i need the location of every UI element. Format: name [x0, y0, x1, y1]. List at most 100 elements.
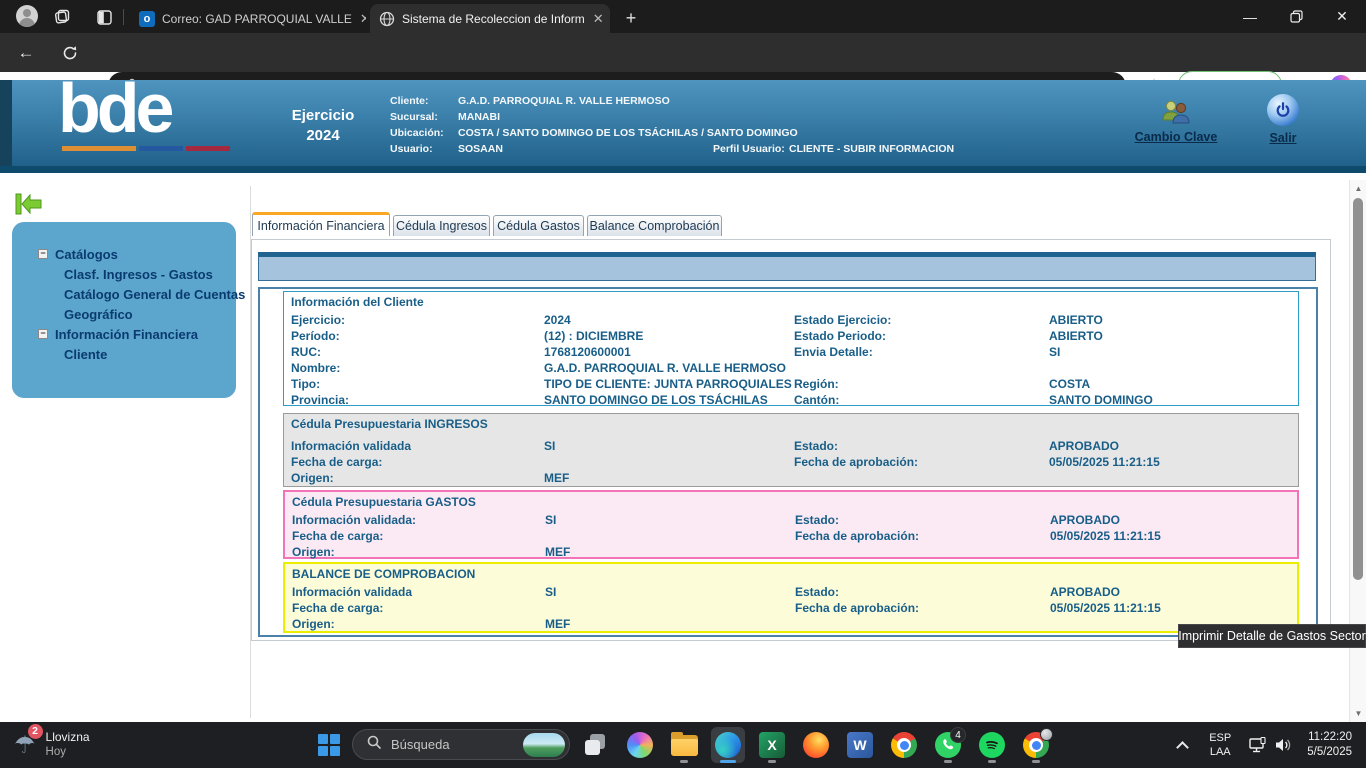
tray-date: 5/5/2025 — [1307, 745, 1352, 760]
start-button[interactable] — [318, 734, 340, 756]
tab-informacion-financiera[interactable]: Información Financiera — [252, 212, 390, 236]
workspaces-icon[interactable] — [50, 5, 74, 29]
network-icon[interactable] — [1245, 737, 1271, 754]
close-tab-icon[interactable]: ✕ — [585, 11, 604, 27]
whatsapp-badge: 4 — [950, 727, 966, 743]
refresh-icon[interactable] — [57, 41, 83, 65]
info-row: Período:(12) : DICIEMBRE Estado Periodo:… — [291, 328, 1298, 344]
usuario-label: Usuario: — [390, 143, 433, 155]
tray-chevron-icon[interactable] — [1169, 739, 1195, 752]
folder-icon — [671, 735, 698, 756]
copilot-taskbar-button[interactable] — [623, 727, 657, 763]
sidebar-item-cliente[interactable]: Cliente — [12, 344, 236, 364]
whatsapp-button[interactable]: 4 — [931, 727, 965, 763]
cliente-label: Cliente: — [390, 95, 429, 107]
sidebar-item-geografico[interactable]: Geográfico — [12, 304, 236, 324]
chrome-button[interactable] — [887, 727, 921, 763]
clock[interactable]: 11:22:20 5/5/2025 — [1307, 730, 1352, 760]
weather-badge: 2 — [27, 723, 44, 740]
tab-balance-comprobacion[interactable]: Balance Comprobación — [587, 215, 722, 236]
word-icon: W — [847, 732, 873, 758]
bde-logo: bde — [58, 68, 170, 148]
word-button[interactable]: W — [843, 727, 877, 763]
ubicacion-label: Ubicación: — [390, 127, 444, 139]
tooltip: Imprimir Detalle de Gastos Sector — [1178, 624, 1366, 648]
content-toolbar — [258, 252, 1316, 281]
users-icon — [1130, 98, 1222, 128]
volume-icon[interactable] — [1271, 737, 1297, 753]
browser-titlebar: o Correo: GAD PARROQUIAL VALLE ✕ Sistema… — [0, 0, 1366, 33]
restore-button[interactable] — [1274, 0, 1318, 33]
scroll-down-icon[interactable]: ▼ — [1350, 709, 1366, 718]
info-row: Información validadaSI Estado:APROBADO — [292, 584, 1297, 600]
sucursal-value: MANABI — [458, 111, 500, 123]
salir-link[interactable]: Salir — [1269, 131, 1296, 145]
scrollbar-thumb[interactable] — [1353, 198, 1363, 580]
panel-title: Cédula Presupuestaria GASTOS — [292, 494, 1297, 510]
collapse-node-icon[interactable]: − — [38, 249, 48, 259]
sidebar-item-informacion-financiera[interactable]: − Información Financiera — [12, 324, 236, 344]
salir-block: Salir — [1258, 94, 1308, 147]
info-row: Fecha de carga: Fecha de aprobación:05/0… — [291, 454, 1298, 470]
ubicacion-value: COSTA / SANTO DOMINGO DE LOS TSÁCHILAS /… — [458, 127, 798, 139]
browser-tab-mail-title: Correo: GAD PARROQUIAL VALLE — [162, 12, 352, 26]
cambio-clave-block: Cambio Clave — [1130, 98, 1222, 146]
profile-badge-icon — [1040, 728, 1053, 741]
chrome-icon — [891, 732, 917, 758]
excel-icon: X — [759, 732, 785, 758]
tab-actions-icon[interactable] — [92, 5, 116, 29]
system-tray: ESP LAA 11:22:20 5/5/2025 — [1169, 722, 1366, 768]
excel-button[interactable]: X — [755, 727, 789, 763]
browser-tab-site-title: Sistema de Recoleccion de Inform — [402, 12, 585, 26]
task-view-button[interactable] — [579, 727, 613, 763]
weather-day: Hoy — [46, 745, 90, 760]
sidebar-item-catalogos[interactable]: − Catálogos — [12, 244, 236, 264]
sidebar-item-clasf-ingresos-gastos[interactable]: Clasf. Ingresos - Gastos — [12, 264, 236, 284]
taskbar-search[interactable]: Búsqueda — [352, 729, 570, 760]
cambio-clave-link[interactable]: Cambio Clave — [1135, 130, 1218, 144]
tray-time: 11:22:20 — [1307, 730, 1352, 745]
weather-widget[interactable]: ☂ 2 Llovizna Hoy — [14, 722, 90, 768]
edge-button[interactable] — [711, 727, 745, 763]
site-header: bde Ejercicio 2024 Cliente: G.A.D. PARRO… — [0, 80, 1366, 173]
search-daily-image[interactable] — [523, 733, 565, 757]
info-row: Origen:MEF — [292, 544, 1297, 560]
info-row: Fecha de carga: Fecha de aprobación:05/0… — [292, 528, 1297, 544]
sidebar-item-catalogo-general-cuentas[interactable]: Catálogo General de Cuentas — [12, 284, 236, 304]
browser-tab-site[interactable]: Sistema de Recoleccion de Inform ✕ — [370, 4, 610, 33]
ejercicio-year: 2024 — [280, 126, 366, 146]
info-row: Nombre:G.A.D. PARROQUIAL R. VALLE HERMOS… — [291, 360, 1298, 376]
back-icon[interactable]: ← — [13, 41, 39, 65]
cliente-value: G.A.D. PARROQUIAL R. VALLE HERMOSO — [458, 95, 670, 107]
browser-toolbar: ← https://consulta.bde.fin.ec/WebSim/Log… — [0, 33, 1366, 72]
info-row: RUC:1768120600001 Envia Detalle:SI — [291, 344, 1298, 360]
minimize-button[interactable]: — — [1228, 0, 1272, 33]
search-icon — [367, 735, 381, 754]
collapse-menu-icon[interactable] — [15, 193, 43, 215]
chrome-profile-button[interactable] — [1019, 727, 1053, 763]
browser-profile-button[interactable] — [16, 5, 38, 27]
spotify-icon — [979, 732, 1005, 758]
screen: o Correo: GAD PARROQUIAL VALLE ✕ Sistema… — [0, 0, 1366, 768]
perfil-value: CLIENTE - SUBIR INFORMACION — [789, 143, 954, 155]
language-indicator[interactable]: ESP LAA — [1209, 731, 1231, 759]
outlook-icon: o — [139, 11, 155, 27]
browser-tab-mail[interactable]: o Correo: GAD PARROQUIAL VALLE ✕ — [130, 4, 366, 33]
balance-comprobacion-panel: BALANCE DE COMPROBACION Información vali… — [283, 562, 1299, 633]
tab-cedula-ingresos[interactable]: Cédula Ingresos — [393, 215, 490, 236]
new-tab-button[interactable]: + — [618, 6, 644, 30]
scroll-up-icon[interactable]: ▲ — [1350, 184, 1366, 193]
weather-condition: Llovizna — [46, 730, 90, 745]
close-tab-icon[interactable]: ✕ — [352, 11, 366, 27]
taskbar: ☂ 2 Llovizna Hoy Búsqueda — [0, 722, 1366, 768]
tab-cedula-gastos[interactable]: Cédula Gastos — [493, 215, 584, 236]
ejercicio-block: Ejercicio 2024 — [280, 106, 366, 146]
spotify-button[interactable] — [975, 727, 1009, 763]
close-window-button[interactable]: ✕ — [1320, 0, 1364, 33]
firefox-button[interactable] — [799, 727, 833, 763]
info-row: Origen:MEF — [292, 616, 1297, 632]
client-info-panel: Información del Cliente Ejercicio:2024 E… — [283, 291, 1299, 406]
titlebar-separator — [123, 9, 124, 25]
collapse-node-icon[interactable]: − — [38, 329, 48, 339]
file-explorer-button[interactable] — [667, 727, 701, 763]
